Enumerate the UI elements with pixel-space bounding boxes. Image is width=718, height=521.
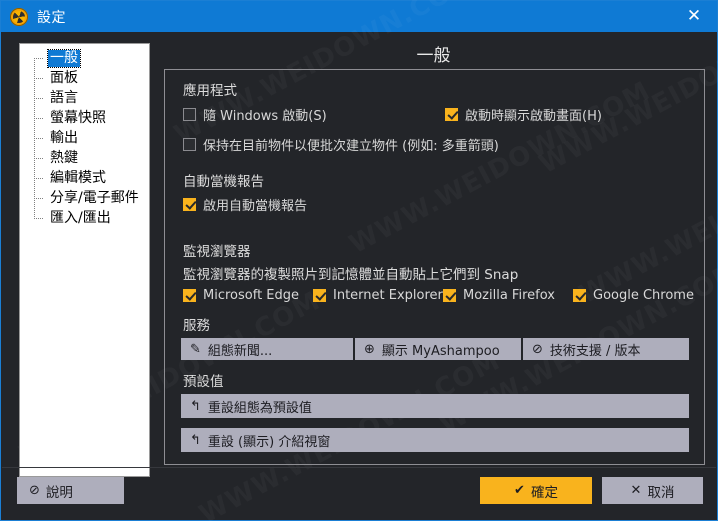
sidebar-item-label: 一般 xyxy=(47,48,81,68)
pencil-icon: ✎ xyxy=(190,341,201,357)
general-settings-groupbox: 應用程式 隨 Windows 啟動(S) 啟動時顯示啟動畫面(H) 保持在目前物… xyxy=(164,69,705,465)
section-title-services: 服務 xyxy=(183,318,210,334)
checkbox-box[interactable] xyxy=(443,289,456,302)
close-icon[interactable]: ✕ xyxy=(671,1,717,32)
sidebar-item-hotkeys[interactable]: 熱鍵 xyxy=(20,148,149,168)
section-crash-report: 自動當機報告 啟用自動當機報告 xyxy=(165,170,704,214)
checkbox-box[interactable] xyxy=(573,289,586,302)
sidebar-item-general[interactable]: 一般 xyxy=(20,48,149,68)
sidebar-item-import-export[interactable]: 匯入/匯出 xyxy=(20,208,149,228)
button-label: 技術支援 / 版本 xyxy=(549,343,641,359)
checkbox-box[interactable] xyxy=(183,289,196,302)
checkbox-box[interactable] xyxy=(445,108,458,121)
sidebar-item-label: 面板 xyxy=(50,69,78,86)
window-title: 設定 xyxy=(37,9,66,26)
sidebar-item-label: 熱鍵 xyxy=(50,149,78,166)
undo-arrow-icon: ↰ xyxy=(190,398,201,414)
checkbox-keep-current-object[interactable]: 保持在目前物件以便批次建立物件 (例如: 多重箭頭) xyxy=(183,135,499,154)
section-title-application: 應用程式 xyxy=(183,83,237,99)
checkbox-box[interactable] xyxy=(183,108,196,121)
sidebar-item-label: 螢幕快照 xyxy=(50,109,106,126)
dialog-body: WWW.WEIDOWN.COM WWW.WEIDOWN.COM WWW.WEID… xyxy=(2,33,716,519)
checkbox-label: Internet Explorer xyxy=(333,288,443,303)
checkbox-label: 啟動時顯示啟動畫面(H) xyxy=(465,109,602,124)
sidebar-item-output[interactable]: 輸出 xyxy=(20,128,149,148)
help-button[interactable]: ⊘ 說明 xyxy=(17,477,124,504)
button-label: 重設組態為預設值 xyxy=(207,400,312,416)
button-label: 取消 xyxy=(647,484,675,501)
checkbox-label: Google Chrome xyxy=(593,288,694,303)
checkbox-show-splash-screen[interactable]: 啟動時顯示啟動畫面(H) xyxy=(445,105,602,124)
sidebar-item-label: 編輯模式 xyxy=(50,169,106,186)
section-title-browser-monitor: 監視瀏覽器 xyxy=(183,244,251,260)
title-bar: 設定 ✕ xyxy=(1,1,717,32)
question-circle-icon: ⊘ xyxy=(29,483,40,498)
checkbox-mozilla-firefox[interactable]: Mozilla Firefox xyxy=(443,288,555,303)
checkbox-box[interactable] xyxy=(313,289,326,302)
checkbox-start-with-windows[interactable]: 隨 Windows 啟動(S) xyxy=(183,105,327,124)
checkbox-internet-explorer[interactable]: Internet Explorer xyxy=(313,288,443,303)
checkbox-label: Mozilla Firefox xyxy=(463,288,555,303)
button-label: 重設 (顯示) 介紹視窗 xyxy=(207,434,331,450)
section-title-defaults: 預設值 xyxy=(183,374,224,390)
sidebar-item-panel[interactable]: 面板 xyxy=(20,68,149,88)
close-icon: ✕ xyxy=(630,483,642,498)
section-browser-monitor: 監視瀏覽器 監視瀏覽器的複製照片到記憶體並自動貼上它們到 Snap Micros… xyxy=(165,240,704,303)
plus-circle-icon: ⊕ xyxy=(364,341,375,357)
support-version-button[interactable]: ⊘ 技術支援 / 版本 xyxy=(523,338,689,360)
page-title: 一般 xyxy=(416,46,451,66)
undo-arrow-icon: ↰ xyxy=(190,432,201,448)
reset-intro-window-button[interactable]: ↰ 重設 (顯示) 介紹視窗 xyxy=(181,428,689,452)
checkbox-box[interactable] xyxy=(183,198,196,211)
checkbox-label: 保持在目前物件以便批次建立物件 (例如: 多重箭頭) xyxy=(203,139,499,154)
checkbox-box[interactable] xyxy=(183,138,196,151)
ok-button[interactable]: ✔ 確定 xyxy=(480,477,592,504)
sidebar-item-label: 匯入/匯出 xyxy=(50,209,111,226)
checkbox-label: Microsoft Edge xyxy=(203,288,300,303)
button-label: 說明 xyxy=(45,484,73,501)
configure-news-button[interactable]: ✎ 組態新聞... xyxy=(181,338,353,360)
checkbox-enable-crash-report[interactable]: 啟用自動當機報告 xyxy=(183,195,307,214)
section-title-crash-report: 自動當機報告 xyxy=(183,174,264,190)
sidebar-item-label: 分享/電子郵件 xyxy=(50,189,139,206)
settings-category-tree[interactable]: 一般 面板 語言 螢幕快照 輸出 熱鍵 編輯模式 分享/電子郵件 匯入/匯出 xyxy=(19,43,150,477)
sidebar-item-screenshot[interactable]: 螢幕快照 xyxy=(20,108,149,128)
section-defaults: 預設值 ↰ 重設組態為預設值 ↰ 重設 (顯示) 介紹視窗 xyxy=(165,370,704,452)
checkbox-google-chrome[interactable]: Google Chrome xyxy=(573,288,694,303)
ashampoo-snap-icon xyxy=(10,7,28,26)
sidebar-item-language[interactable]: 語言 xyxy=(20,88,149,108)
checkbox-microsoft-edge[interactable]: Microsoft Edge xyxy=(183,288,299,303)
dialog-footer: ⊘ 說明 ✔ 確定 ✕ 取消 xyxy=(2,467,716,519)
cancel-button[interactable]: ✕ 取消 xyxy=(602,477,703,504)
button-label: 顯示 MyAshampoo xyxy=(381,343,500,359)
button-label: 組態新聞... xyxy=(207,343,273,359)
section-services: 服務 ✎ 組態新聞... ⊕ 顯示 MyAshampoo ⊘ 技術支援 / 版本 xyxy=(165,314,704,360)
question-circle-icon: ⊘ xyxy=(532,341,543,357)
sidebar-item-label: 語言 xyxy=(50,89,78,106)
section-subtitle-browser-monitor: 監視瀏覽器的複製照片到記憶體並自動貼上它們到 Snap xyxy=(183,267,519,283)
sidebar-item-label: 輸出 xyxy=(50,129,78,146)
reset-config-to-defaults-button[interactable]: ↰ 重設組態為預設值 xyxy=(181,394,689,418)
checkbox-label: 隨 Windows 啟動(S) xyxy=(203,109,327,124)
sidebar-item-share-email[interactable]: 分享/電子郵件 xyxy=(20,188,149,208)
button-label: 確定 xyxy=(530,484,558,501)
checkbox-label: 啟用自動當機報告 xyxy=(203,199,308,214)
check-icon: ✔ xyxy=(514,483,525,498)
sidebar-item-edit-mode[interactable]: 編輯模式 xyxy=(20,168,149,188)
section-application: 應用程式 隨 Windows 啟動(S) 啟動時顯示啟動畫面(H) 保持在目前物… xyxy=(165,79,704,154)
show-myashampoo-button[interactable]: ⊕ 顯示 MyAshampoo xyxy=(355,338,521,360)
